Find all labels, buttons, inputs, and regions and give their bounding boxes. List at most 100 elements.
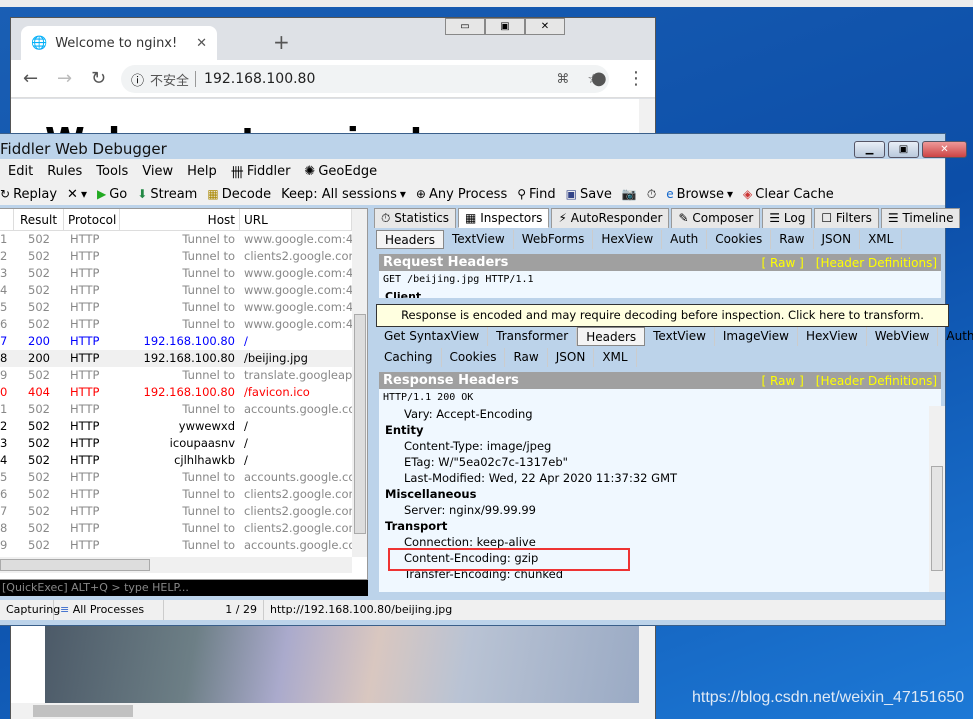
tab-autoresponder[interactable]: ⚡ AutoResponder	[551, 208, 670, 228]
session-row[interactable]: 5 502 HTTP Tunnel to accounts.google.com:443	[0, 469, 367, 486]
session-horizontal-scrollbar[interactable]	[0, 557, 352, 573]
menu-rules[interactable]: Rules	[47, 164, 82, 179]
tab-filters[interactable]: ☐ Filters	[814, 208, 879, 228]
subtab-transformer[interactable]: Transformer	[488, 327, 578, 346]
back-icon[interactable]: ←	[23, 68, 38, 89]
headers-scrollbar[interactable]	[929, 406, 945, 592]
header-item[interactable]: Vary: Accept-Encoding	[379, 406, 929, 422]
any-process-button[interactable]: ⊕ Any Process	[416, 187, 507, 202]
raw-link[interactable]: [ Raw ]	[762, 374, 804, 388]
address-bar[interactable]: ⓘ 不安全 192.168.100.80 ⌘ ☆	[121, 65, 609, 93]
clear-cache-button[interactable]: ◈ Clear Cache	[743, 187, 834, 202]
subtab-json[interactable]: JSON	[548, 348, 595, 367]
column-url[interactable]: URL	[240, 209, 352, 230]
header-item[interactable]: Last-Modified: Wed, 22 Apr 2020 11:37:32…	[379, 470, 929, 486]
url-text[interactable]: 192.168.100.80	[195, 71, 315, 87]
maximize-button[interactable]: ▣	[888, 141, 919, 158]
subtab-cookies[interactable]: Cookies	[442, 348, 506, 367]
process-filter[interactable]: ≡ All Processes	[54, 600, 164, 620]
header-item[interactable]: Content-Type: image/jpeg	[379, 438, 929, 454]
scroll-thumb[interactable]	[0, 559, 150, 571]
tab-log[interactable]: ☰ Log	[762, 208, 813, 228]
session-vertical-scrollbar[interactable]	[352, 209, 367, 557]
subtab-textview[interactable]: TextView	[444, 230, 514, 249]
remove-button[interactable]: ✕ ▾	[67, 187, 87, 202]
minimize-button[interactable]: ▭	[445, 18, 485, 35]
subtab-get-syntaxview[interactable]: Get SyntaxView	[376, 327, 489, 346]
profile-icon[interactable]: ●	[591, 68, 607, 89]
session-row[interactable]: 6 502 HTTP Tunnel to www.google.com:443	[0, 316, 367, 333]
horizontal-scrollbar[interactable]	[11, 703, 639, 719]
column-protocol[interactable]: Protocol	[64, 209, 120, 230]
session-row[interactable]: 5 502 HTTP Tunnel to www.google.com:443	[0, 299, 367, 316]
menu-help[interactable]: Help	[187, 164, 217, 179]
header-definitions-link[interactable]: [Header Definitions]	[816, 256, 937, 270]
replay-button[interactable]: ↻ Replay	[0, 187, 57, 202]
subtab-webview[interactable]: WebView	[867, 327, 939, 346]
session-row[interactable]: 7 502 HTTP Tunnel to clients2.google.com:443	[0, 503, 367, 520]
session-row[interactable]: 9 502 HTTP Tunnel to translate.googleapis.co…	[0, 367, 367, 384]
session-row[interactable]: 6 502 HTTP Tunnel to clients2.google.com:443	[0, 486, 367, 503]
session-row[interactable]: 4 502 HTTP cjlhlhawkb /	[0, 452, 367, 469]
keep-dropdown[interactable]: Keep: All sessions ▾	[281, 187, 406, 202]
subtab-caching[interactable]: Caching	[376, 348, 442, 367]
subtab-webforms[interactable]: WebForms	[514, 230, 594, 249]
session-row[interactable]: 1 502 HTTP Tunnel to accounts.google.com:443	[0, 401, 367, 418]
reload-icon[interactable]: ↻	[91, 68, 106, 89]
session-row[interactable]: 7 200 HTTP 192.168.100.80 /	[0, 333, 367, 350]
scroll-thumb[interactable]	[931, 466, 943, 571]
session-row[interactable]: 3 502 HTTP Tunnel to www.google.com:443	[0, 265, 367, 282]
header-definitions-link[interactable]: [Header Definitions]	[816, 374, 937, 388]
tab-timeline[interactable]: ☰ Timeline	[880, 208, 961, 228]
subtab-hexview[interactable]: HexView	[593, 230, 663, 249]
tab-composer[interactable]: ✎ Composer	[671, 208, 761, 228]
translate-icon[interactable]: ⌘	[556, 72, 569, 87]
forward-icon[interactable]: →	[57, 68, 72, 89]
menu-fiddler[interactable]: 卌 Fiddler	[231, 162, 291, 181]
decode-button[interactable]: ▦ Decode	[207, 187, 271, 202]
subtab-cookies[interactable]: Cookies	[707, 230, 772, 249]
column-result[interactable]: Result	[14, 209, 64, 230]
quickexec-input[interactable]: [QuickExec] ALT+Q > type HELP...	[0, 580, 368, 596]
browse-button[interactable]: e Browse ▾	[666, 187, 733, 202]
header-group[interactable]: Transport	[379, 518, 929, 534]
maximize-button[interactable]: ▣	[485, 18, 525, 35]
browser-tab[interactable]: 🌐 Welcome to nginx! ✕	[21, 26, 217, 60]
tab-inspectors[interactable]: ▦ Inspectors	[458, 208, 550, 228]
session-row[interactable]: 3 502 HTTP icoupaasnv /	[0, 435, 367, 452]
scroll-thumb[interactable]	[354, 314, 366, 534]
subtab-textview[interactable]: TextView	[645, 327, 715, 346]
header-item[interactable]: Server: nginx/99.99.99	[379, 502, 929, 518]
raw-link[interactable]: [ Raw ]	[762, 256, 804, 270]
decode-notice[interactable]: Response is encoded and may require deco…	[376, 304, 949, 327]
menu-edit[interactable]: Edit	[8, 164, 33, 179]
column-host[interactable]: Host	[120, 209, 240, 230]
stream-button[interactable]: ⬇ Stream	[137, 187, 197, 202]
session-row[interactable]: 4 502 HTTP Tunnel to www.google.com:443	[0, 282, 367, 299]
close-button[interactable]: ✕	[525, 18, 565, 35]
header-group[interactable]: Entity	[379, 422, 929, 438]
session-row[interactable]: 1 502 HTTP Tunnel to www.google.com:443	[0, 231, 367, 248]
save-button[interactable]: ▣ Save	[566, 187, 612, 202]
subtab-raw[interactable]: Raw	[771, 230, 814, 249]
header-item[interactable]: ETag: W/"5ea02c7c-1317eb"	[379, 454, 929, 470]
session-row[interactable]: 9 502 HTTP Tunnel to accounts.google.com:443	[0, 537, 367, 554]
go-button[interactable]: ▶ Go	[97, 187, 127, 202]
tab-statistics[interactable]: ⏱ Statistics	[374, 208, 457, 228]
subtab-hexview[interactable]: HexView	[798, 327, 867, 346]
close-tab-icon[interactable]: ✕	[196, 36, 207, 51]
subtab-auth[interactable]: Auth	[938, 327, 973, 346]
subtab-headers[interactable]: Headers	[376, 230, 444, 249]
session-row[interactable]: 2 502 HTTP Tunnel to clients2.google.com:443	[0, 248, 367, 265]
subtab-xml[interactable]: XML	[860, 230, 903, 249]
new-tab-button[interactable]: +	[273, 30, 290, 54]
session-row[interactable]: 8 502 HTTP Tunnel to clients2.google.com:443	[0, 520, 367, 537]
scroll-thumb[interactable]	[33, 705, 133, 717]
session-row[interactable]: 2 502 HTTP ywwewxd /	[0, 418, 367, 435]
capturing-status[interactable]: Capturing	[0, 600, 60, 620]
menu-icon[interactable]: ⋮	[627, 68, 645, 89]
subtab-xml[interactable]: XML	[594, 348, 637, 367]
close-button[interactable]: ✕	[922, 141, 967, 158]
menu-view[interactable]: View	[142, 164, 173, 179]
subtab-auth[interactable]: Auth	[662, 230, 708, 249]
